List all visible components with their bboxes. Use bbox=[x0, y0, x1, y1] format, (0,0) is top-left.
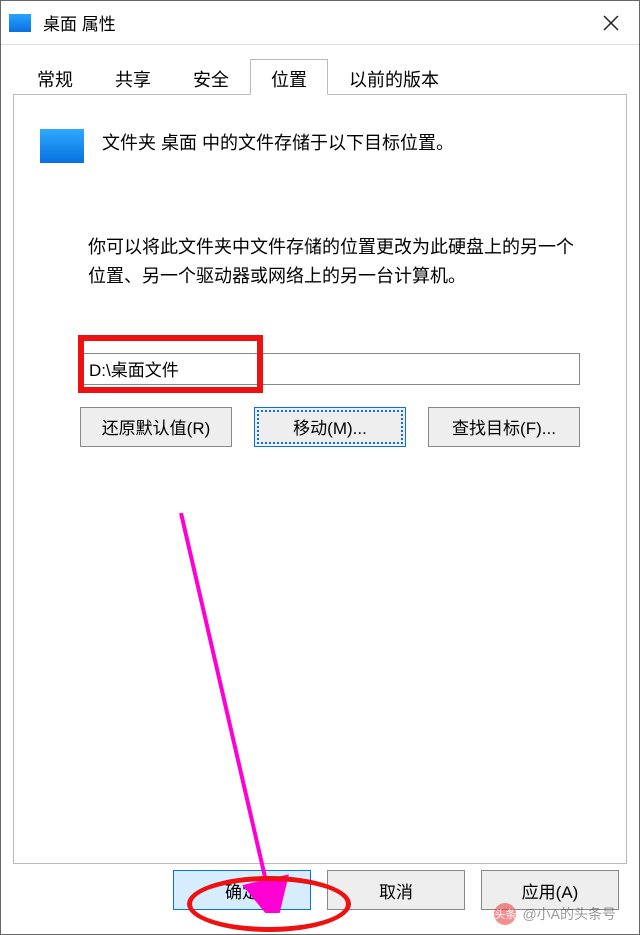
folder-icon bbox=[40, 129, 84, 163]
properties-dialog: 桌面 属性 常规 共享 安全 位置 以前的版本 文件夹 桌面 中的文件存储于以下… bbox=[0, 0, 640, 935]
client-area: 常规 共享 安全 位置 以前的版本 文件夹 桌面 中的文件存储于以下目标位置。 … bbox=[1, 45, 639, 934]
annotation-highlight-box bbox=[78, 335, 263, 393]
tab-sharing[interactable]: 共享 bbox=[94, 59, 172, 95]
tab-general[interactable]: 常规 bbox=[16, 59, 94, 95]
find-target-button[interactable]: 查找目标(F)... bbox=[428, 407, 580, 447]
ok-button[interactable]: 确定 bbox=[173, 870, 311, 910]
cancel-button[interactable]: 取消 bbox=[327, 870, 465, 910]
close-icon bbox=[603, 15, 619, 31]
location-tab-body: 文件夹 桌面 中的文件存储于以下目标位置。 你可以将此文件夹中文件存储的位置更改… bbox=[13, 94, 627, 864]
move-button[interactable]: 移动(M)... bbox=[254, 407, 406, 447]
window-title: 桌面 属性 bbox=[43, 10, 583, 35]
restore-defaults-button[interactable]: 还原默认值(R) bbox=[80, 407, 232, 447]
path-area bbox=[80, 353, 580, 385]
description-text: 文件夹 桌面 中的文件存储于以下目标位置。 bbox=[102, 129, 454, 158]
watermark-icon: 头条 bbox=[494, 903, 516, 925]
watermark: 头条 @小A的头条号 bbox=[494, 903, 616, 925]
tab-security[interactable]: 安全 bbox=[172, 59, 250, 95]
tab-previous-versions[interactable]: 以前的版本 bbox=[328, 59, 460, 95]
description-row: 文件夹 桌面 中的文件存储于以下目标位置。 bbox=[40, 129, 600, 163]
help-text: 你可以将此文件夹中文件存储的位置更改为此硬盘上的另一个位置、另一个驱动器或网络上… bbox=[88, 233, 580, 291]
watermark-text: @小A的头条号 bbox=[522, 904, 616, 924]
desktop-icon bbox=[9, 14, 31, 32]
location-buttons-row: 还原默认值(R) 移动(M)... 查找目标(F)... bbox=[80, 407, 580, 447]
close-button[interactable] bbox=[583, 1, 639, 45]
tab-location[interactable]: 位置 bbox=[250, 59, 328, 95]
tab-strip: 常规 共享 安全 位置 以前的版本 bbox=[13, 59, 627, 95]
titlebar: 桌面 属性 bbox=[1, 1, 639, 45]
